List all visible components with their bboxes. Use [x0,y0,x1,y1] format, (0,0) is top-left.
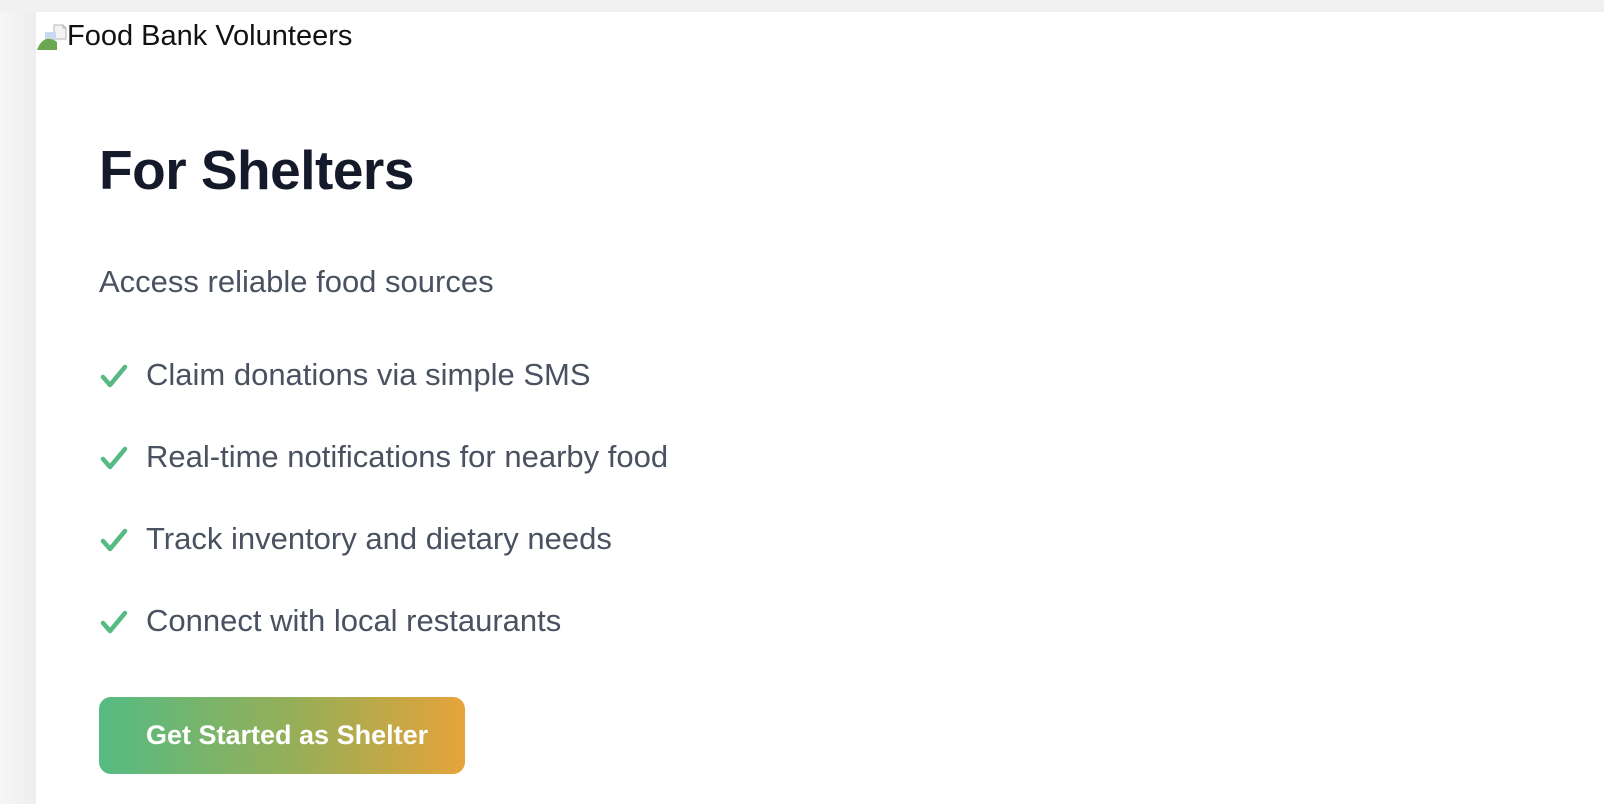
feature-list: Claim donations via simple SMS Real-time… [99,352,668,680]
check-icon [100,364,128,388]
feature-text: Real-time notifications for nearby food [146,439,669,474]
get-started-shelter-button[interactable]: Get Started as Shelter [99,697,465,774]
page-gutter [0,12,36,804]
page-title: For Shelters [99,139,414,201]
feature-text: Claim donations via simple SMS [146,357,591,392]
shelter-card: Food Bank Volunteers For Shelters Access… [36,12,1604,804]
check-icon [100,528,128,552]
logo[interactable]: Food Bank Volunteers [36,18,352,54]
feature-item: Real-time notifications for nearby food [99,434,668,516]
feature-item: Claim donations via simple SMS [99,352,668,434]
feature-text: Connect with local restaurants [146,603,562,638]
broken-image-icon [36,22,68,50]
feature-item: Connect with local restaurants [99,598,668,680]
logo-alt-text: Food Bank Volunteers [67,20,353,52]
check-icon [100,446,128,470]
feature-text: Track inventory and dietary needs [146,521,612,556]
feature-item: Track inventory and dietary needs [99,516,668,598]
check-icon [100,610,128,634]
page-subtitle: Access reliable food sources [99,264,494,299]
